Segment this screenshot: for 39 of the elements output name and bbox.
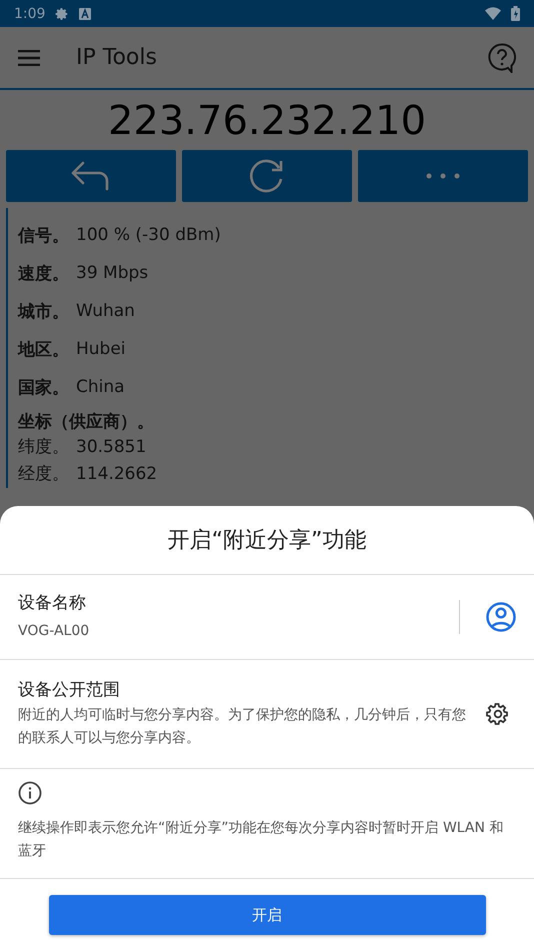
sheet-title: 开启“附近分享”功能 — [168, 527, 366, 555]
refresh-button[interactable] — [182, 150, 352, 202]
more-icon — [426, 173, 460, 179]
gear-icon — [55, 6, 70, 20]
visibility-description: 附近的人均可临时与您分享内容。为了保护您的隐私，几分钟后，只有您的联系人可以与您分享内容。 — [18, 706, 466, 748]
info-value: China — [76, 377, 125, 397]
settings-icon[interactable] — [486, 702, 510, 726]
visibility-label: 设备公开范围 — [18, 679, 121, 701]
notice-text: 继续操作即表示您允许“附近分享”功能在您每次分享内容时暂时开启 WLAN 和蓝牙 — [18, 819, 504, 861]
coordinate-value: 30.5851 — [76, 436, 146, 456]
reply-arrow-icon — [71, 161, 111, 191]
info-label: 城市。 — [18, 300, 70, 322]
info-label: 国家。 — [18, 376, 70, 398]
keyboard-icon — [79, 8, 92, 20]
info-value: 100 % (-30 dBm) — [76, 225, 221, 245]
app-title: IP Tools — [76, 45, 158, 70]
account-icon[interactable] — [486, 602, 516, 632]
menu-icon[interactable] — [18, 50, 40, 66]
refresh-icon — [249, 159, 285, 193]
wifi-icon — [485, 7, 501, 20]
clock: 1:09 — [14, 6, 46, 22]
info-label: 速度。 — [18, 262, 70, 284]
coordinate-label: 纬度。 — [18, 436, 70, 458]
coordinate-label: 经度。 — [18, 463, 70, 485]
enable-button[interactable]: 开启 — [48, 895, 486, 935]
info-value: Wuhan — [76, 301, 135, 321]
battery-icon — [511, 6, 520, 21]
info-value: 39 Mbps — [76, 263, 148, 283]
coordinate-value: 114.2662 — [76, 464, 158, 484]
info-label: 信号。 — [18, 224, 70, 246]
coordinates-heading: 坐标（供应商）。 — [18, 411, 155, 433]
device-name-label: 设备名称 — [18, 592, 87, 614]
ip-address: 223.76.232.210 — [106, 97, 428, 146]
info-icon — [18, 781, 42, 805]
info-value: Hubei — [76, 339, 126, 359]
back-button[interactable] — [6, 150, 176, 202]
device-name-value: VOG-AL00 — [18, 622, 90, 641]
info-label: 地区。 — [18, 338, 70, 360]
help-icon[interactable] — [488, 42, 516, 72]
